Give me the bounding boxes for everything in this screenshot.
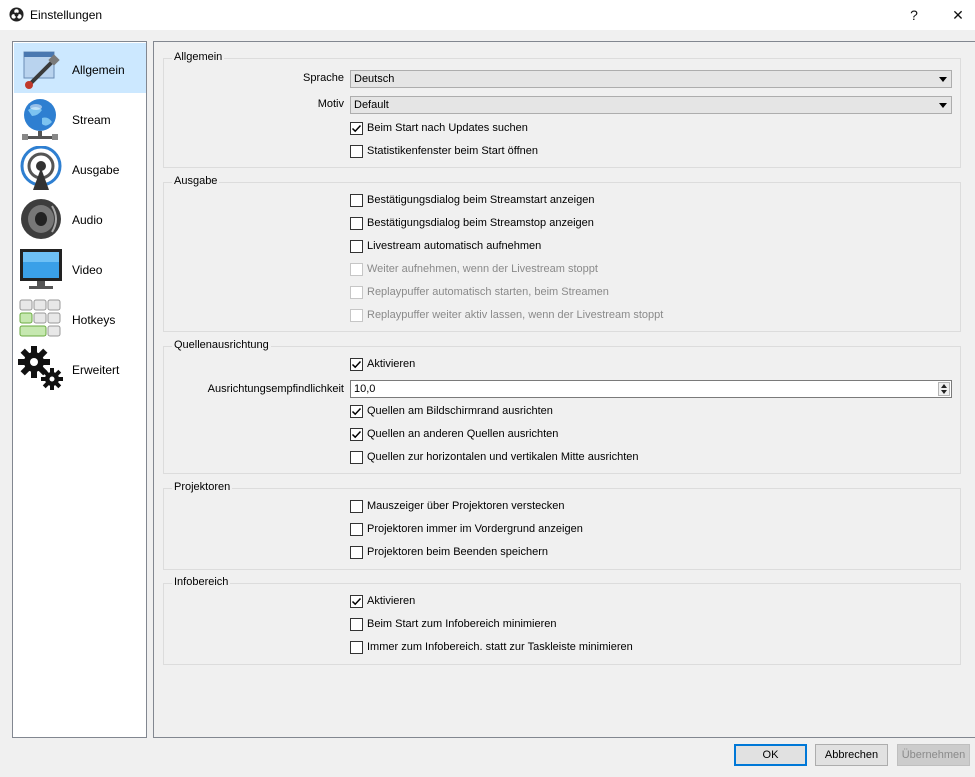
checkbox-label: Mauszeiger über Projektoren verstecken <box>367 500 565 512</box>
theme-value: Default <box>354 99 389 111</box>
sensitivity-spinbox[interactable]: 10,0 <box>350 380 952 398</box>
checkbox-label: Bestätigungsdialog beim Streamstart anze… <box>367 194 595 206</box>
checkbox-box <box>350 309 363 322</box>
checkbox-label: Replaypuffer automatisch starten, beim S… <box>367 286 609 298</box>
language-select[interactable]: Deutsch <box>350 70 952 88</box>
checkbox-label: Aktivieren <box>367 358 416 370</box>
checkbox-box <box>350 500 363 513</box>
checkbox-box <box>350 523 363 536</box>
checkbox-box <box>350 546 363 559</box>
general-group: Allgemein Sprache Deutsch Motiv Default … <box>163 51 961 168</box>
chevron-up-icon <box>941 384 947 388</box>
checkbox-label: Beim Start zum Infobereich minimieren <box>367 618 557 630</box>
help-button[interactable]: ? <box>894 2 934 28</box>
checkbox-label: Replaypuffer weiter aktiv lassen, wenn d… <box>367 309 664 321</box>
checkbox-label: Projektoren immer im Vordergrund anzeige… <box>367 523 583 535</box>
checkbox-label: Statistikenfenster beim Start öffnen <box>367 145 538 157</box>
checkbox-box <box>350 263 363 276</box>
group-title: Ausgabe <box>172 175 220 187</box>
sensitivity-label: Ausrichtungsempfindlichkeit <box>207 383 344 395</box>
checkbox-label: Aktivieren <box>367 595 416 607</box>
checkbox-box <box>350 428 363 441</box>
checkbox-label: Beim Start nach Updates suchen <box>367 122 528 134</box>
checkbox-box <box>350 595 363 608</box>
apply-button: Übernehmen <box>897 744 970 766</box>
snapping-group: Quellenausrichtung Aktivieren Ausrichtun… <box>163 339 961 474</box>
checkbox-label: Quellen an anderen Quellen ausrichten <box>367 428 559 440</box>
checkbox-label: Quellen zur horizontalen und vertikalen … <box>367 451 639 463</box>
settings-category-list: Allgemein Stream Ausgabe Audio Video Hot… <box>12 41 147 738</box>
sidebar-item-label: Video <box>72 263 103 277</box>
checkbox-box <box>350 194 363 207</box>
general-settings-icon <box>23 51 60 89</box>
checkbox-box <box>350 618 363 631</box>
language-value: Deutsch <box>354 73 395 85</box>
chevron-down-icon <box>939 103 947 108</box>
cancel-button[interactable]: Abbrechen <box>815 744 888 766</box>
ok-button[interactable]: OK <box>734 744 807 766</box>
sidebar-item-label: Ausgabe <box>72 163 120 177</box>
checkbox-box <box>350 145 363 158</box>
settings-content-panel: Allgemein Sprache Deutsch Motiv Default … <box>153 41 975 738</box>
gears-icon <box>18 346 63 390</box>
group-title: Infobereich <box>172 576 231 588</box>
chevron-down-icon <box>939 77 947 82</box>
checkbox-box <box>350 286 363 299</box>
sidebar-item-stream[interactable]: Stream <box>14 93 146 143</box>
keyboard-icon <box>19 299 61 337</box>
theme-label: Motiv <box>317 98 344 110</box>
obs-logo-icon <box>9 7 24 22</box>
sidebar-item-audio[interactable]: Audio <box>14 193 146 243</box>
sidebar-item-hotkeys[interactable]: Hotkeys <box>14 293 146 343</box>
checkbox-box <box>350 122 363 135</box>
chevron-down-icon <box>941 390 947 394</box>
checkbox-label: Livestream automatisch aufnehmen <box>367 240 542 252</box>
monitor-icon <box>20 249 62 289</box>
checkbox-box <box>350 405 363 418</box>
output-group: Ausgabe Bestätigungsdialog beim Streamst… <box>163 175 961 332</box>
sidebar-item-ausgabe[interactable]: Ausgabe <box>14 143 146 193</box>
group-title: Projektoren <box>172 481 233 493</box>
checkbox-label: Quellen am Bildschirmrand ausrichten <box>367 405 553 417</box>
title-bar: Einstellungen ? ✕ <box>0 0 975 30</box>
checkbox-label: Projektoren beim Beenden speichern <box>367 546 549 558</box>
broadcast-antenna-icon <box>20 146 62 190</box>
checkbox-box <box>350 358 363 371</box>
sidebar-item-erweitert[interactable]: Erweitert <box>14 343 146 393</box>
close-button[interactable]: ✕ <box>938 2 975 28</box>
sensitivity-value: 10,0 <box>354 383 376 395</box>
theme-select[interactable]: Default <box>350 96 952 114</box>
sidebar-item-video[interactable]: Video <box>14 243 146 293</box>
checkbox-box <box>350 451 363 464</box>
checkbox-box <box>350 217 363 230</box>
checkbox-box <box>350 240 363 253</box>
group-title: Allgemein <box>172 51 225 63</box>
sidebar-item-label: Allgemein <box>72 63 125 77</box>
spin-buttons[interactable] <box>938 382 950 396</box>
sidebar-item-allgemein[interactable]: Allgemein <box>14 43 146 93</box>
checkbox-label: Weiter aufnehmen, wenn der Livestream st… <box>367 263 598 275</box>
checkbox-label: Immer zum Infobereich. statt zur Tasklei… <box>367 641 633 653</box>
checkbox-label: Bestätigungsdialog beim Streamstop anzei… <box>367 217 594 229</box>
group-title: Quellenausrichtung <box>172 339 271 351</box>
projectors-group: Projektoren Mauszeiger über Projektoren … <box>163 481 961 570</box>
tray-group: Infobereich Aktivieren Beim Start zum In… <box>163 576 961 665</box>
sidebar-item-label: Stream <box>72 113 111 127</box>
sidebar-item-label: Erweitert <box>72 363 120 377</box>
sidebar-item-label: Audio <box>72 213 103 227</box>
checkbox-box <box>350 641 363 654</box>
window-title: Einstellungen <box>30 8 103 22</box>
language-label: Sprache <box>303 72 344 84</box>
sidebar-item-label: Hotkeys <box>72 313 116 327</box>
globe-network-icon <box>22 99 58 140</box>
speaker-icon <box>21 199 61 239</box>
